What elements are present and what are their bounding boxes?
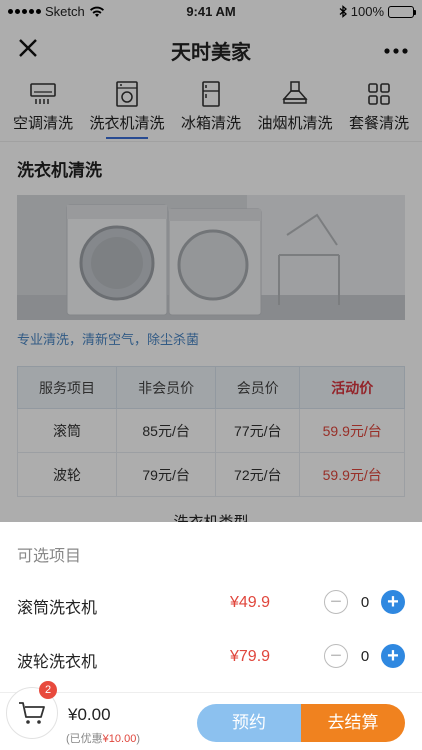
discount-prefix: (已优惠 <box>66 733 103 745</box>
plus-button[interactable]: + <box>381 590 405 614</box>
option-price: ¥79.9 <box>230 648 271 665</box>
option-price: ¥49.9 <box>230 594 271 611</box>
sheet-title: 可选项目 <box>17 548 82 565</box>
cart-icon <box>19 702 45 724</box>
cart-badge: 2 <box>39 681 57 699</box>
option-quantity: 0 <box>360 648 370 665</box>
discount-text: (已优惠¥10.00) <box>66 730 140 746</box>
option-name: 波轮洗衣机 <box>17 654 98 671</box>
option-name: 滚筒洗衣机 <box>17 600 98 617</box>
list-item: 波轮洗衣机 ¥79.9 − 0 + <box>0 638 422 678</box>
reserve-button[interactable]: 预约 <box>197 704 301 742</box>
minus-button[interactable]: − <box>324 644 348 668</box>
plus-button[interactable]: + <box>381 644 405 668</box>
overlay-mask[interactable] <box>0 72 422 522</box>
discount-amount: ¥10.00 <box>102 733 137 745</box>
minus-button[interactable]: − <box>324 590 348 614</box>
list-item: 滚筒洗衣机 ¥49.9 − 0 + <box>0 584 422 624</box>
checkout-button[interactable]: 去结算 <box>301 704 405 742</box>
discount-suffix: ) <box>136 733 140 745</box>
option-quantity: 0 <box>360 594 370 611</box>
total-price: ¥0.00 <box>68 705 111 724</box>
overlay-mask-top[interactable] <box>0 0 422 72</box>
checkout-bar: 2 ¥0.00 (已优惠¥10.00) 预约 去结算 <box>0 681 422 750</box>
